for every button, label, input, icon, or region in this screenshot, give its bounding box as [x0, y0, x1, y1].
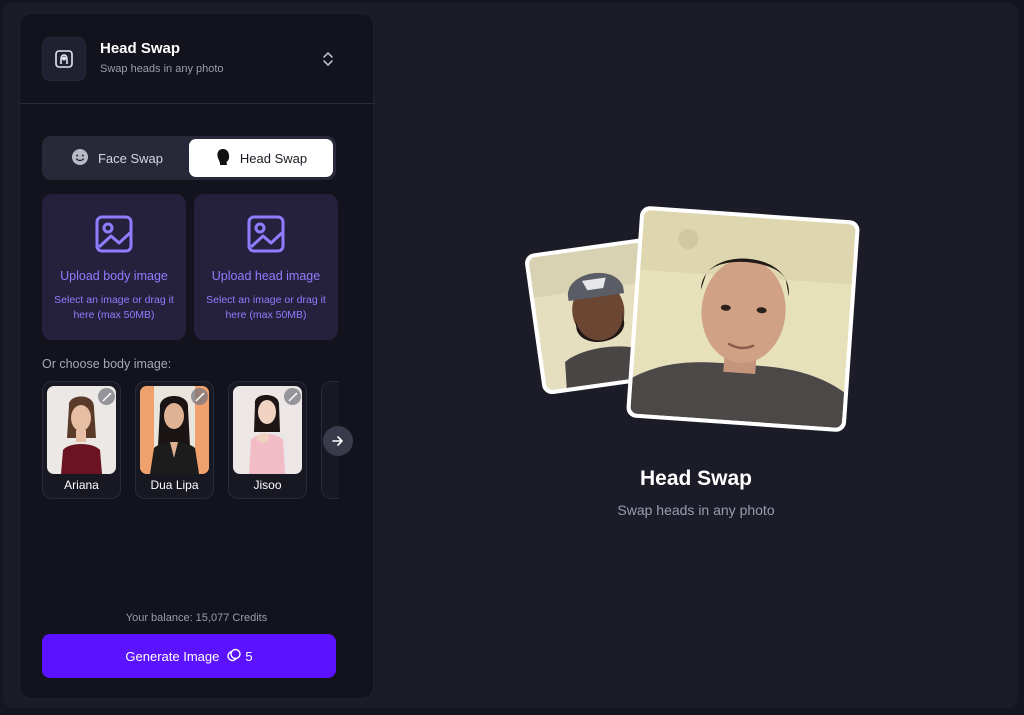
- tab-head-swap-label: Head Swap: [239, 150, 308, 166]
- app-window: Head Swap Swap heads in any photo Face S…: [3, 3, 1018, 708]
- preset-dua-lipa[interactable]: Dua Lipa: [135, 381, 214, 499]
- sidebar-panel: Head Swap Swap heads in any photo Face S…: [19, 13, 375, 699]
- credit-balance: Your balance: 15,077 Credits: [125, 612, 268, 624]
- upload-body-title: Upload body image: [60, 269, 168, 283]
- mode-tabs: Face Swap Head Swap: [42, 136, 336, 180]
- image-icon: [246, 214, 286, 259]
- result-photo-card: [625, 205, 861, 433]
- upload-body-desc: Select an image or drag it here (max 50M…: [54, 294, 174, 321]
- preset-name: Ariana: [64, 478, 99, 492]
- result-photo: [630, 209, 856, 429]
- upload-head-desc: Select an image or drag it here (max 50M…: [206, 294, 326, 321]
- tool-title: Head Swap: [100, 40, 181, 57]
- upload-body-dropzone[interactable]: Upload body image Select an image or dra…: [42, 194, 186, 340]
- hero-title: Head Swap: [639, 467, 753, 490]
- upload-head-dropzone[interactable]: Upload head image Select an image or dra…: [194, 194, 338, 340]
- coin-icon: [227, 648, 242, 665]
- choose-body-label: Or choose body image:: [42, 357, 172, 371]
- head-silhouette-icon: [215, 148, 231, 169]
- generate-label: Generate Image: [125, 648, 220, 664]
- preset-jisoo[interactable]: Jisoo: [228, 381, 307, 499]
- generate-image-button[interactable]: Generate Image 5: [42, 634, 336, 678]
- credit-cost: 5: [227, 648, 253, 665]
- tab-head-swap[interactable]: Head Swap: [189, 139, 333, 177]
- preset-name: Dua Lipa: [150, 478, 199, 492]
- magic-wand-icon: [98, 388, 115, 405]
- tab-face-swap[interactable]: Face Swap: [45, 139, 189, 177]
- tool-selector[interactable]: Head Swap Swap heads in any photo: [20, 14, 375, 104]
- magic-wand-icon: [191, 388, 208, 405]
- preset-name: Jisoo: [253, 478, 282, 492]
- upload-head-title: Upload head image: [211, 269, 321, 283]
- cost-value: 5: [245, 648, 253, 664]
- tab-face-swap-label: Face Swap: [97, 150, 164, 166]
- tool-subtitle: Swap heads in any photo: [100, 63, 224, 75]
- arrow-right-icon[interactable]: [323, 426, 353, 456]
- smile-icon: [71, 148, 89, 169]
- head-frame-icon: [42, 37, 86, 81]
- magic-wand-icon: [284, 388, 301, 405]
- image-icon: [94, 214, 134, 259]
- chevron-updown-icon[interactable]: [318, 48, 338, 70]
- preset-ariana[interactable]: Ariana: [42, 381, 121, 499]
- hero-subtitle: Swap heads in any photo: [617, 502, 775, 518]
